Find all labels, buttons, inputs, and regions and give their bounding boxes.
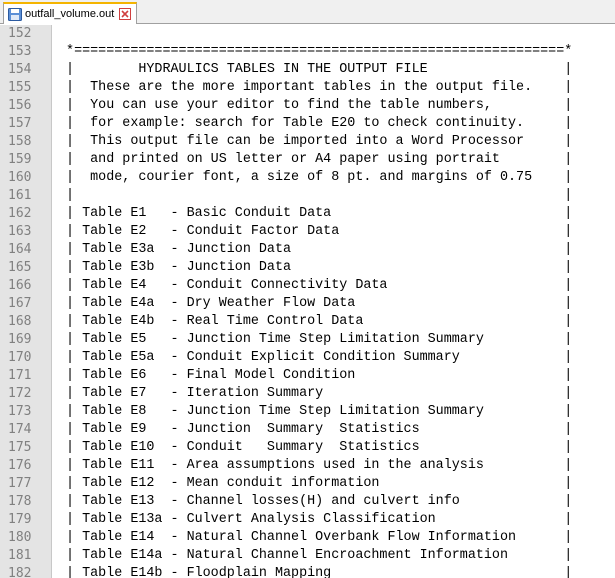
code-line[interactable]: | Table E13 - Channel losses(H) and culv… — [58, 493, 615, 511]
code-line[interactable]: | for example: search for Table E20 to c… — [58, 115, 615, 133]
line-number: 164 — [8, 242, 32, 257]
code-line[interactable]: | Table E5a - Conduit Explicit Condition… — [58, 349, 615, 367]
line-number: 170 — [8, 350, 32, 365]
code-line[interactable]: | and printed on US letter or A4 paper u… — [58, 151, 615, 169]
code-line[interactable]: | Table E14a - Natural Channel Encroachm… — [58, 547, 615, 565]
code-line[interactable]: | These are the more important tables in… — [58, 79, 615, 97]
line-number: 156 — [8, 98, 32, 113]
line-number: 168 — [8, 314, 32, 329]
line-number: 158 — [8, 134, 32, 149]
line-number: 167 — [8, 296, 32, 311]
line-number: 176 — [8, 458, 32, 473]
line-number: 157 — [8, 116, 32, 131]
line-number: 178 — [8, 494, 32, 509]
code-line[interactable]: | Table E9 - Junction Summary Statistics… — [58, 421, 615, 439]
code-line[interactable]: | Table E11 - Area assumptions used in t… — [58, 457, 615, 475]
code-line[interactable]: | Table E8 - Junction Time Step Limitati… — [58, 403, 615, 421]
line-number: 163 — [8, 224, 32, 239]
code-line[interactable]: | Table E10 - Conduit Summary Statistics… — [58, 439, 615, 457]
file-tab-label: outfall_volume.out — [25, 8, 115, 20]
line-number: 162 — [8, 206, 32, 221]
line-number: 152 — [8, 26, 32, 41]
close-icon[interactable] — [119, 8, 132, 20]
code-line[interactable]: | Table E14 - Natural Channel Overbank F… — [58, 529, 615, 547]
code-line[interactable]: | Table E6 - Final Model Condition | — [58, 367, 615, 385]
code-line[interactable]: *=======================================… — [58, 43, 615, 61]
code-line[interactable]: | Table E2 - Conduit Factor Data | — [58, 223, 615, 241]
line-number: 182 — [8, 566, 32, 578]
line-number: 171 — [8, 368, 32, 383]
tab-bar: outfall_volume.out — [0, 0, 615, 24]
line-number: 159 — [8, 152, 32, 167]
code-area[interactable]: *=======================================… — [58, 25, 615, 578]
line-number: 169 — [8, 332, 32, 347]
line-number: 166 — [8, 278, 32, 293]
line-number: 153 — [8, 44, 32, 59]
code-line[interactable]: | Table E1 - Basic Conduit Data | — [58, 205, 615, 223]
code-line[interactable]: | | — [58, 187, 615, 205]
code-line[interactable]: | Table E14b - Floodplain Mapping | — [58, 565, 615, 578]
text-editor[interactable]: 152 153 154 155 156 157 158 159 160 161 162 163 164 1… — [0, 25, 615, 578]
line-number: 161 — [8, 188, 32, 203]
line-number: 155 — [8, 80, 32, 95]
line-number: 180 — [8, 530, 32, 545]
line-number: 179 — [8, 512, 32, 527]
code-line[interactable]: | HYDRAULICS TABLES IN THE OUTPUT FILE | — [58, 61, 615, 79]
line-number: 173 — [8, 404, 32, 419]
file-tab[interactable]: outfall_volume.out — [3, 2, 138, 24]
line-number: 154 — [8, 62, 32, 77]
code-line[interactable]: | This output file can be imported into … — [58, 133, 615, 151]
save-disk-icon — [8, 7, 22, 21]
code-line[interactable] — [58, 25, 615, 43]
line-number: 177 — [8, 476, 32, 491]
code-line[interactable]: | Table E4a - Dry Weather Flow Data | — [58, 295, 615, 313]
code-line[interactable]: | Table E5 - Junction Time Step Limitati… — [58, 331, 615, 349]
code-line[interactable]: | Table E12 - Mean conduit information | — [58, 475, 615, 493]
line-number: 181 — [8, 548, 32, 563]
code-line[interactable]: | Table E3a - Junction Data | — [58, 241, 615, 259]
code-line[interactable]: | You can use your editor to find the ta… — [58, 97, 615, 115]
line-number-gutter: 152 153 154 155 156 157 158 159 160 161 162 163 164 1… — [0, 25, 52, 578]
code-line[interactable]: | Table E3b - Junction Data | — [58, 259, 615, 277]
line-number: 175 — [8, 440, 32, 455]
line-number: 165 — [8, 260, 32, 275]
line-number: 174 — [8, 422, 32, 437]
code-line[interactable]: | Table E13a - Culvert Analysis Classifi… — [58, 511, 615, 529]
code-line[interactable]: | Table E7 - Iteration Summary | — [58, 385, 615, 403]
editor-window: outfall_volume.out 152 153 154 155 156 157 158… — [0, 0, 615, 578]
line-number: 172 — [8, 386, 32, 401]
line-number: 160 — [8, 170, 32, 185]
code-line[interactable]: | mode, courier font, a size of 8 pt. an… — [58, 169, 615, 187]
code-line[interactable]: | Table E4b - Real Time Control Data | — [58, 313, 615, 331]
code-line[interactable]: | Table E4 - Conduit Connectivity Data | — [58, 277, 615, 295]
